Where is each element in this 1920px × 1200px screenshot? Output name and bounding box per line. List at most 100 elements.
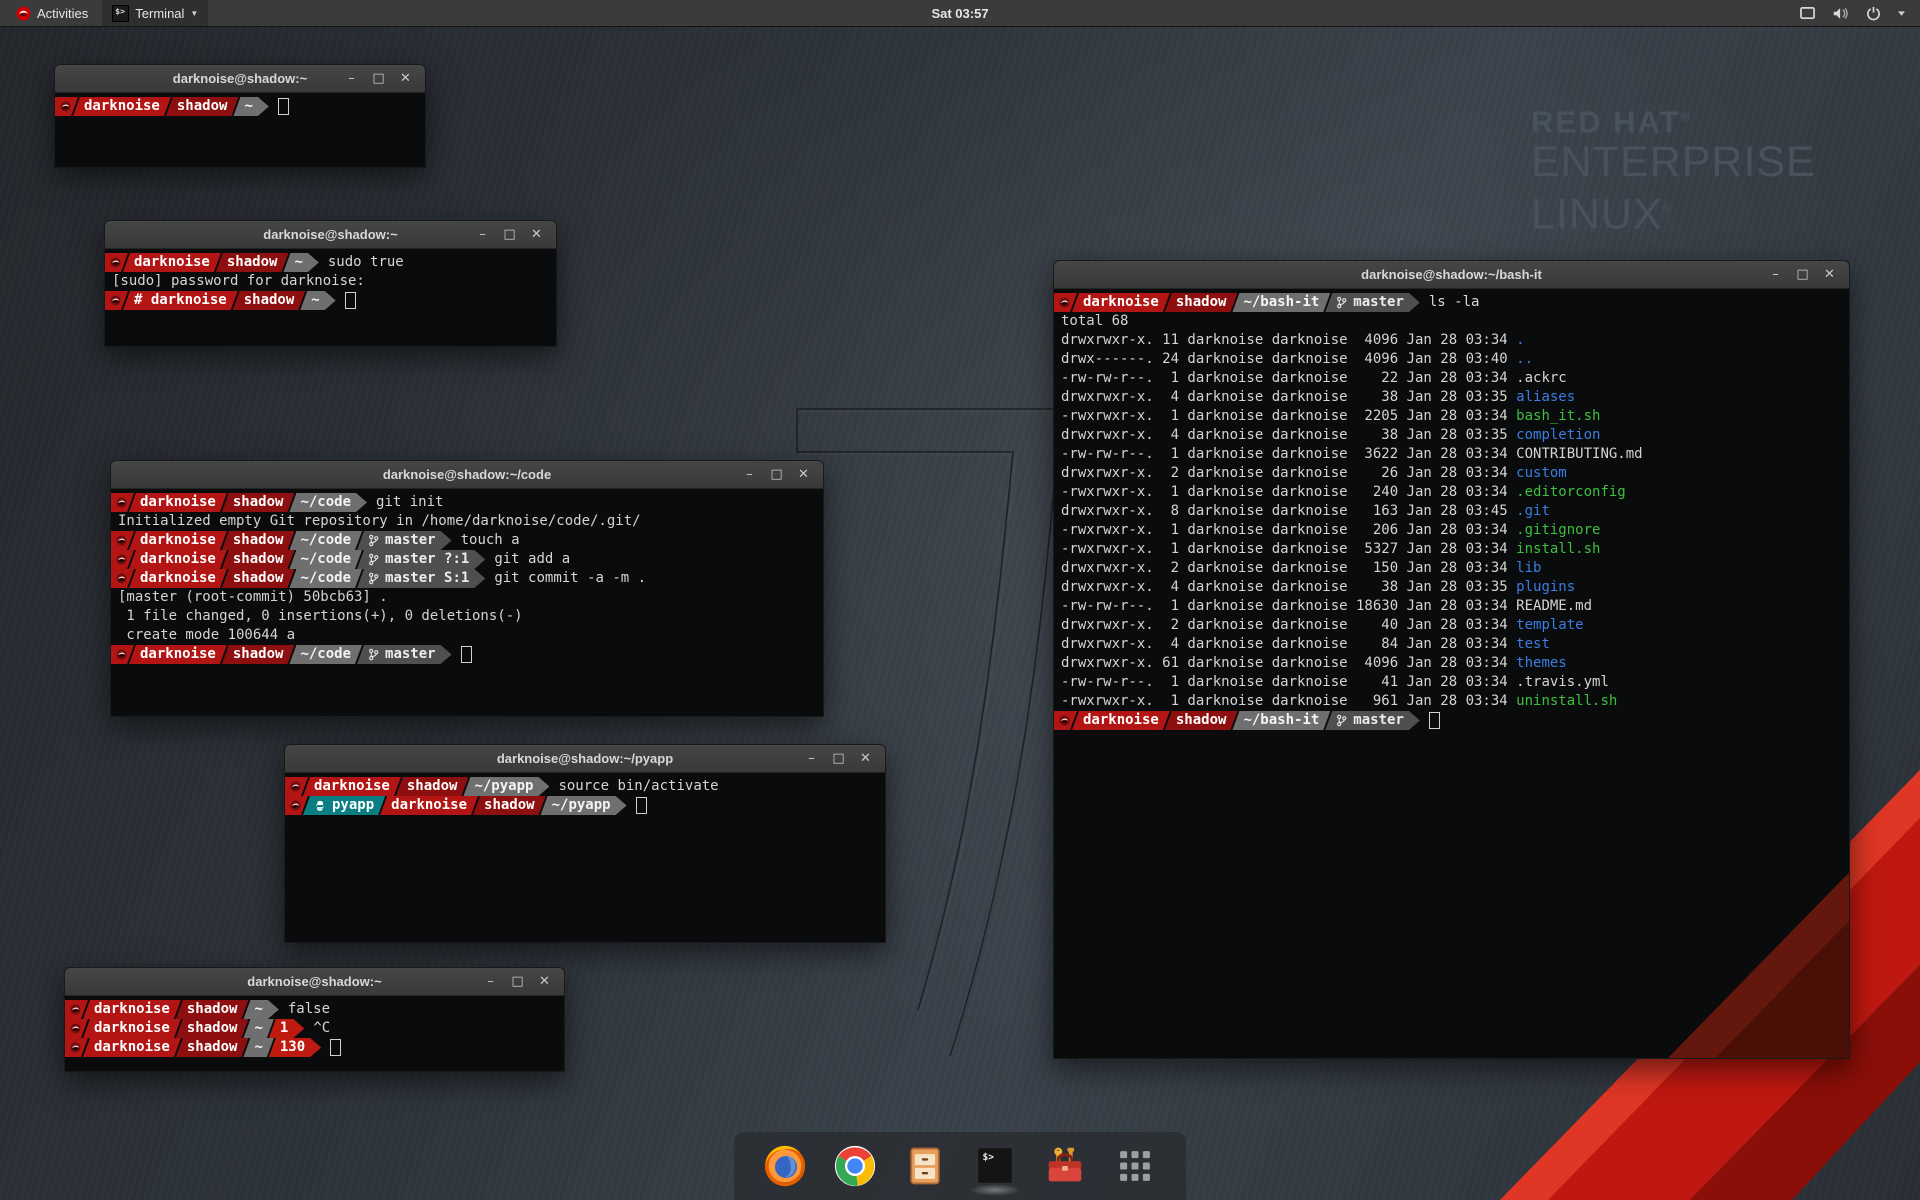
rhel-branding: RED HAT® ENTERPRISE LINUX®: [1531, 100, 1816, 239]
chrome-icon[interactable]: [830, 1138, 880, 1194]
maximize-button[interactable]: □: [496, 227, 523, 242]
terminal-window[interactable]: darknoise@shadow:~–□✕darknoiseshadow~fal…: [64, 967, 565, 1072]
python-icon: [314, 800, 326, 812]
terminal-line: [sudo] password for darknoise:: [105, 272, 556, 291]
prompt-segment-host: shadow: [473, 796, 546, 815]
redhat-prompt-icon: [116, 649, 127, 660]
prompt-segment-user: darknoise: [129, 645, 227, 664]
window-titlebar[interactable]: darknoise@shadow:~/code–□✕: [111, 461, 823, 489]
prompt-segment-host: shadow: [222, 645, 295, 664]
redhat-prompt-icon: [290, 781, 301, 792]
terminal-window[interactable]: darknoise@shadow:~–□✕darknoiseshadow~sud…: [104, 220, 557, 347]
terminal-line: darknoiseshadow~/bash-itmasterls -la: [1054, 293, 1849, 312]
terminal-line: # darknoiseshadow~: [105, 291, 556, 310]
minimize-button[interactable]: –: [1762, 267, 1789, 282]
caret-down-icon[interactable]: [1897, 10, 1906, 17]
prompt-segment-user: darknoise: [83, 1038, 181, 1057]
file-name: install.sh: [1516, 541, 1600, 557]
file-name: README.md: [1516, 598, 1592, 614]
display-icon[interactable]: [1799, 6, 1816, 21]
minimize-button[interactable]: –: [736, 467, 763, 482]
close-button[interactable]: ✕: [392, 71, 419, 86]
close-button[interactable]: ✕: [531, 974, 558, 989]
terminal-line: darknoiseshadow~sudo true: [105, 253, 556, 272]
maximize-button[interactable]: □: [365, 71, 392, 86]
terminal-content[interactable]: darknoiseshadow~: [55, 93, 425, 168]
file-name: .gitignore: [1516, 522, 1600, 538]
terminal-line: darknoiseshadow~1^C: [65, 1019, 564, 1038]
maximize-button[interactable]: □: [504, 974, 531, 989]
terminal-line: darknoiseshadow~/codemastertouch a: [111, 531, 823, 550]
prompt-segment-host: shadow: [216, 253, 289, 272]
app-menu-button[interactable]: $> Terminal ▼: [102, 0, 208, 26]
prompt-segment-cwd: ~: [283, 253, 318, 272]
power-icon[interactable]: [1866, 6, 1881, 21]
maximize-button[interactable]: □: [1789, 267, 1816, 282]
window-titlebar[interactable]: darknoise@shadow:~/bash-it–□✕: [1054, 261, 1849, 289]
terminal-icon[interactable]: $>: [970, 1138, 1020, 1194]
redhat-prompt-icon: [116, 535, 127, 546]
prompt-segment-host: shadow: [233, 291, 306, 310]
terminal-line: -rw-rw-r--. 1 darknoise darknoise 18630 …: [1054, 597, 1849, 616]
minimize-button[interactable]: –: [469, 227, 496, 242]
minimize-button[interactable]: –: [798, 751, 825, 766]
volume-icon[interactable]: [1832, 6, 1850, 21]
prompt-segment-host: shadow: [396, 777, 469, 796]
prompt-segment-user: darknoise: [83, 1019, 181, 1038]
clock[interactable]: Sat 03:57: [0, 6, 1920, 21]
file-name: .travis.yml: [1516, 674, 1609, 690]
window-titlebar[interactable]: darknoise@shadow:~–□✕: [65, 968, 564, 996]
prompt-segment-host: shadow: [176, 1019, 249, 1038]
terminal-content[interactable]: darknoiseshadow~/bash-itmasterls -latota…: [1054, 289, 1849, 1059]
close-button[interactable]: ✕: [1816, 267, 1843, 282]
window-titlebar[interactable]: darknoise@shadow:~–□✕: [55, 65, 425, 93]
terminal-line: pyappdarknoiseshadow~/pyapp: [285, 796, 885, 815]
redhat-prompt-icon: [1059, 715, 1070, 726]
redhat-prompt-icon: [70, 1042, 81, 1053]
prompt-segment-user: darknoise: [1072, 711, 1170, 730]
close-button[interactable]: ✕: [852, 751, 879, 766]
minimize-button[interactable]: –: [338, 71, 365, 86]
prompt-segment-user: darknoise: [1072, 293, 1170, 312]
terminal-window[interactable]: darknoise@shadow:~/code–□✕darknoiseshado…: [110, 460, 824, 717]
close-button[interactable]: ✕: [523, 227, 550, 242]
terminal-content[interactable]: darknoiseshadow~/codegit initInitialized…: [111, 489, 823, 717]
firefox-icon[interactable]: [760, 1138, 810, 1194]
redhat-prompt-icon: [110, 295, 121, 306]
terminal-window[interactable]: darknoise@shadow:~/pyapp–□✕darknoiseshad…: [284, 744, 886, 943]
redhat-prompt-icon: [290, 800, 301, 811]
maximize-button[interactable]: □: [763, 467, 790, 482]
files-icon[interactable]: [900, 1138, 950, 1194]
git-branch-icon: [368, 572, 379, 585]
redhat-prompt-icon: [116, 554, 127, 565]
terminal-line: drwxrwxr-x. 4 darknoise darknoise 84 Jan…: [1054, 635, 1849, 654]
prompt-segment-user: darknoise: [83, 1000, 181, 1019]
terminal-window[interactable]: darknoise@shadow:~/bash-it–□✕darknoisesh…: [1053, 260, 1850, 1059]
terminal-content[interactable]: darknoiseshadow~sudo true[sudo] password…: [105, 249, 556, 347]
file-name: .editorconfig: [1516, 484, 1626, 500]
terminal-content[interactable]: darknoiseshadow~falsedarknoiseshadow~1^C…: [65, 996, 564, 1072]
terminal-content[interactable]: darknoiseshadow~/pyappsource bin/activat…: [285, 773, 885, 943]
prompt-segment-git: master S:1: [357, 569, 485, 588]
prompt-segment-user: darknoise: [129, 493, 227, 512]
prompt-segment-cwd: ~/code: [289, 531, 362, 550]
minimize-button[interactable]: –: [477, 974, 504, 989]
close-button[interactable]: ✕: [790, 467, 817, 482]
redhat-logo-icon: [16, 6, 31, 21]
terminal-line: drwxrwxr-x. 2 darknoise darknoise 40 Jan…: [1054, 616, 1849, 635]
git-branch-icon: [1336, 296, 1347, 309]
prompt-segment-host: shadow: [166, 97, 239, 116]
window-titlebar[interactable]: darknoise@shadow:~–□✕: [105, 221, 556, 249]
prompt-segment-venv: pyapp: [303, 796, 385, 815]
app-grid-icon[interactable]: [1110, 1138, 1160, 1194]
terminal-cursor: [461, 646, 472, 663]
maximize-button[interactable]: □: [825, 751, 852, 766]
activities-button[interactable]: Activities: [8, 0, 96, 26]
window-title: darknoise@shadow:~/code: [111, 467, 823, 482]
terminal-window[interactable]: darknoise@shadow:~–□✕darknoiseshadow~: [54, 64, 426, 168]
command-text: ls -la: [1429, 293, 1480, 312]
toolbox-icon[interactable]: [1040, 1138, 1090, 1194]
app-menu-label: Terminal: [135, 6, 184, 21]
window-titlebar[interactable]: darknoise@shadow:~/pyapp–□✕: [285, 745, 885, 773]
prompt-segment-cwd: ~: [243, 1019, 273, 1038]
